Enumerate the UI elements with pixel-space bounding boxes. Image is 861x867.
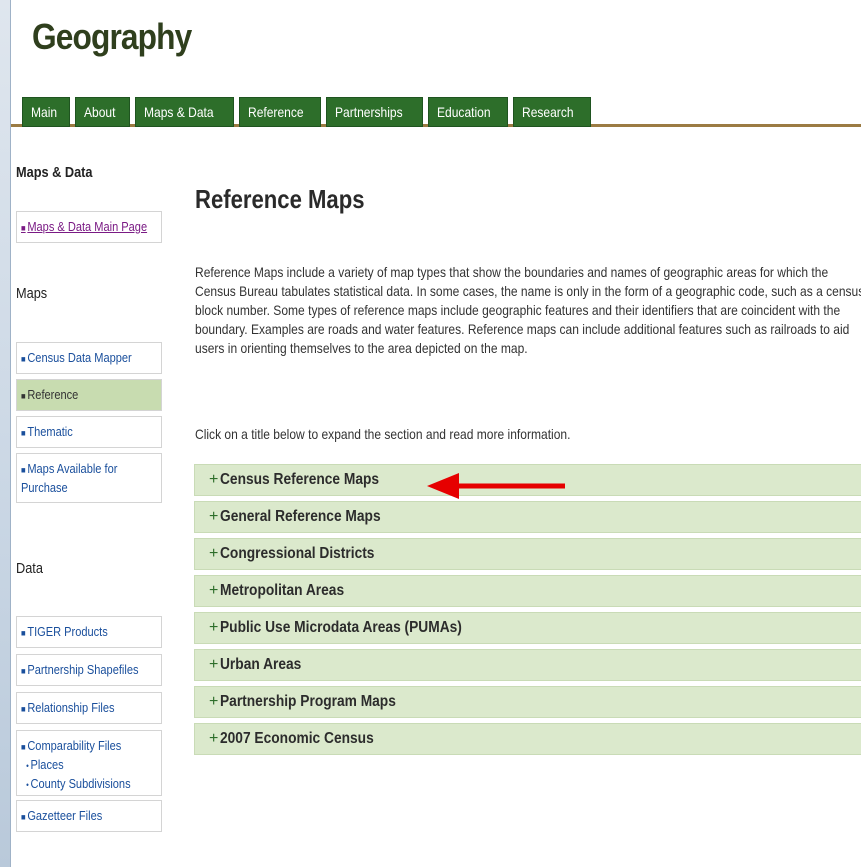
tab-main[interactable]: Main (22, 97, 71, 127)
sidebar-item-comparability-files[interactable]: ■ Comparability Files • Places • County Sub… (16, 730, 162, 796)
sidebar-item-gazetteer-files[interactable]: ■ Gazetteer Files (16, 800, 162, 832)
plus-icon: + (209, 693, 219, 710)
plus-icon: + (209, 582, 219, 599)
tab-reference[interactable]: Reference (238, 97, 322, 127)
bullet-icon: ■ (21, 665, 26, 676)
section-2007-economic-census[interactable]: +2007 Economic Census (194, 723, 861, 755)
sidebar-heading: Maps & Data (16, 164, 93, 181)
arrow-head (427, 473, 459, 499)
plus-icon: + (209, 471, 219, 488)
plus-icon: + (209, 545, 219, 562)
red-arrow-icon (427, 473, 565, 499)
site-title: Geography (32, 16, 192, 57)
plus-icon: + (209, 619, 219, 636)
bullet-icon: ■ (21, 811, 26, 822)
section-partnership-program-maps[interactable]: + Partnership Program Maps (194, 686, 861, 718)
sidebar-subitem-county-subdivisions[interactable]: • County Subdivisions (21, 775, 131, 794)
bullet-icon: • (26, 780, 29, 790)
section-congressional-districts[interactable]: + Congressional Districts (194, 538, 861, 570)
sidebar-item-reference[interactable]: ■ Reference (16, 379, 162, 411)
bullet-icon: ■ (21, 742, 26, 752)
sidebar-subitem-places[interactable]: • Places (21, 756, 64, 775)
tab-education[interactable]: Education (428, 97, 509, 127)
section-urban-areas[interactable]: + Urban Areas (194, 649, 861, 681)
sidebar-item-maps-for-purchase[interactable]: ■ Maps Available for Purchase (16, 453, 162, 503)
plus-icon: + (209, 730, 219, 747)
intro-paragraph: Reference Maps include a variety of map … (195, 264, 861, 356)
sidebar-item-partnership-shapefiles[interactable]: ■ Partnership Shapefiles (16, 654, 162, 686)
bullet-icon: • (26, 761, 29, 771)
bullet-icon: ■ (21, 465, 26, 475)
plus-icon: + (209, 656, 219, 673)
section-general-reference-maps[interactable]: + General Reference Maps (194, 501, 861, 533)
sidebar-item-thematic[interactable]: ■ Thematic (16, 416, 162, 448)
bullet-icon: ■ (21, 427, 26, 438)
sidebar-item-relationship-files[interactable]: ■ Relationship Files (16, 692, 162, 724)
section-metropolitan-areas[interactable]: + Metropolitan Areas (194, 575, 861, 607)
tab-about[interactable]: About (75, 97, 130, 127)
main-nav: Main About Maps & Data Reference Partner… (11, 97, 861, 127)
sidebar-item-census-data-mapper[interactable]: ■ Census Data Mapper (16, 342, 162, 374)
bullet-icon: ■ (21, 222, 26, 233)
maps-heading: Maps (16, 285, 48, 302)
sidebar-item-tiger-products[interactable]: ■ TIGER Products (16, 616, 162, 648)
tab-research[interactable]: Research (513, 97, 592, 127)
sidebar-item-maps-data-main[interactable]: ■ Maps & Data Main Page (16, 211, 162, 243)
bullet-icon: ■ (21, 703, 26, 714)
bullet-icon: ■ (21, 353, 26, 364)
bullet-icon: ■ (21, 390, 26, 401)
data-heading: Data (16, 560, 43, 577)
page: Geography Main About Maps & Data Referen… (10, 0, 861, 867)
accordion: + Census Reference Maps + General Referenc… (194, 464, 861, 760)
tab-maps-data[interactable]: Maps & Data (134, 97, 234, 127)
page-title: Reference Maps (195, 184, 365, 214)
tab-partnerships[interactable]: Partnerships (326, 97, 424, 127)
instruction-text: Click on a title below to expand the sec… (195, 426, 571, 442)
plus-icon: + (209, 508, 219, 525)
section-pumas[interactable]: + Public Use Microdata Areas (PUMAs) (194, 612, 861, 644)
bullet-icon: ■ (21, 627, 26, 638)
